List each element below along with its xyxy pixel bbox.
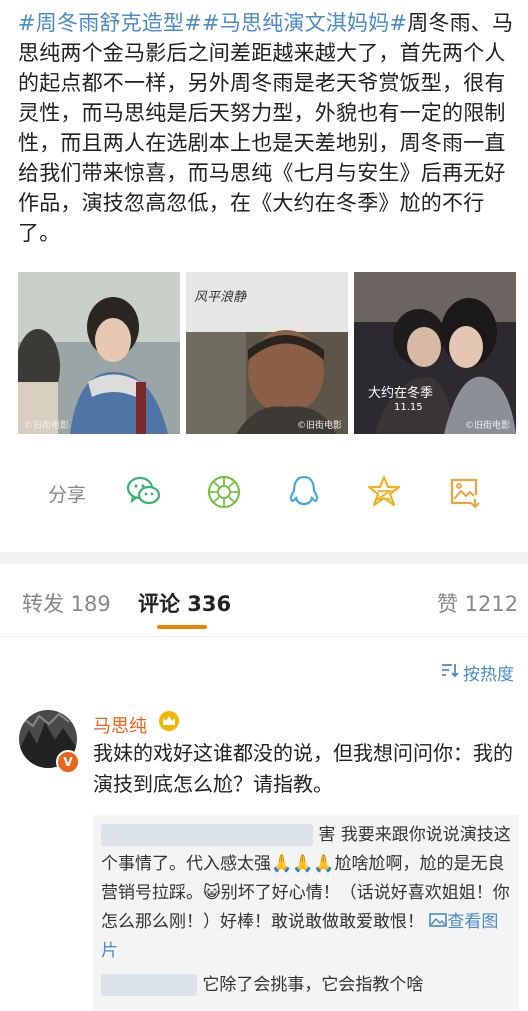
share-bar: 分享 (0, 468, 528, 514)
photo-grid: ©旧街电影 风平浪静 ©旧街电影 大约在冬季 11.15 ©旧街电影 (18, 272, 516, 434)
sort-icon (441, 662, 459, 683)
sort-by-hot-button[interactable]: 按热度 (441, 660, 514, 685)
film-date-text: 11.15 (394, 402, 423, 413)
post-photo-1[interactable]: ©旧街电影 (18, 272, 180, 434)
qq-icon[interactable] (285, 473, 323, 511)
tab-likes[interactable]: 赞 1212 (437, 588, 518, 618)
wechat-icon[interactable] (125, 473, 163, 511)
redacted-username (101, 974, 197, 996)
qzone-icon[interactable] (365, 473, 403, 511)
section-divider (0, 552, 528, 564)
film-title-text: 风平浪静 (194, 290, 247, 305)
photo-watermark: ©旧街电影 (296, 421, 342, 431)
hashtag-link[interactable]: #马思纯演文淇妈妈# (202, 11, 407, 35)
crown-icon (158, 710, 180, 736)
post-photo-3[interactable]: 大约在冬季 11.15 ©旧街电影 (354, 272, 516, 434)
photo-watermark: ©旧街电影 (464, 421, 510, 431)
reply-text: 它除了会挑事，它会指教个啥 (202, 975, 424, 995)
moments-icon[interactable] (205, 473, 243, 511)
hashtag-link[interactable]: #周冬雨舒克造型# (18, 11, 202, 35)
tab-comments[interactable]: 评论 336 (138, 588, 231, 618)
redacted-username (101, 824, 313, 846)
reply-box: 害 我要来跟你说说演技这个事情了。代入感太强🙏🙏🙏尬啥尬啊，尬的是无良营销号拉踩… (93, 815, 519, 1011)
sort-label: 按热度 (463, 665, 514, 685)
post-photo-2[interactable]: 风平浪静 ©旧街电影 (186, 272, 348, 434)
reply-item[interactable]: 害 我要来跟你说说演技这个事情了。代入感太强🙏🙏🙏尬啥尬啊，尬的是无良营销号拉踩… (101, 821, 511, 966)
share-label: 分享 (48, 484, 87, 506)
film-title-text: 大约在冬季 (368, 386, 434, 401)
post-text: #周冬雨舒克造型##马思纯演文淇妈妈#周冬雨、马思纯两个金马影后之间差距越来越大… (18, 8, 514, 248)
interaction-tabs: 转发 189 评论 336 赞 1212 (0, 576, 528, 637)
post-body: 周冬雨、马思纯两个金马影后之间差距越来越大了，首先两个人的起点都不一样，另外周冬… (18, 11, 514, 245)
image-icon (429, 913, 448, 927)
verified-badge-icon: V (56, 750, 80, 774)
comment-username[interactable]: 马思纯 (93, 712, 147, 738)
comment-text: 我妹的戏好这谁都没的说，但我想问问你：我的演技到底怎么尬？请指教。 (93, 741, 513, 796)
save-image-icon[interactable] (445, 473, 483, 511)
active-tab-indicator (157, 625, 207, 629)
photo-watermark: ©旧街电影 (24, 421, 70, 431)
reply-item[interactable]: 它除了会挑事，它会指教个啥 (101, 971, 511, 1000)
tab-forward[interactable]: 转发 189 (22, 588, 111, 618)
